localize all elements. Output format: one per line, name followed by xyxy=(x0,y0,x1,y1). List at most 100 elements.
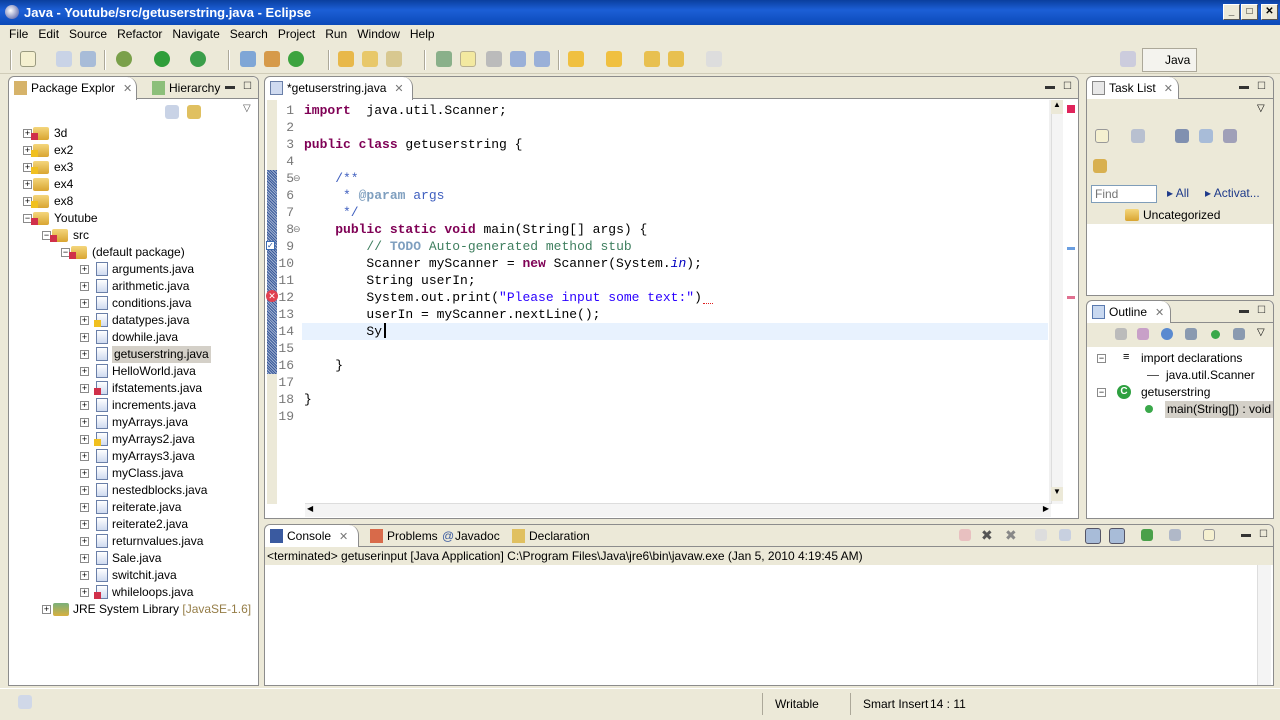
new-package-icon[interactable] xyxy=(264,51,280,67)
tree-item[interactable]: getuserstring.java xyxy=(112,346,211,363)
tree-item[interactable]: reiterate.java xyxy=(112,499,181,516)
tab-getuserstring-java[interactable]: *getuserstring.java ✕ xyxy=(265,77,413,100)
tree-item[interactable]: arguments.java xyxy=(112,261,194,278)
expand-toggle[interactable]: + xyxy=(23,180,32,189)
minimize-icon[interactable]: ▬ xyxy=(225,81,235,92)
show-source-icon[interactable] xyxy=(510,51,526,67)
tree-item[interactable]: ex8 xyxy=(54,193,73,210)
menu-source[interactable]: Source xyxy=(64,25,112,43)
view-menu-icon[interactable]: ▽ xyxy=(243,103,251,114)
tree-item[interactable]: switchit.java xyxy=(112,567,177,584)
expand-toggle[interactable]: + xyxy=(80,435,89,444)
tree-item[interactable]: ifstatements.java xyxy=(112,380,202,397)
maximize-button[interactable]: □ xyxy=(1241,4,1258,20)
scroll-up-arrow[interactable]: ▲ xyxy=(1051,100,1063,114)
open-resource-icon[interactable] xyxy=(362,51,378,67)
block-selection-icon[interactable] xyxy=(486,51,502,67)
code-line[interactable]: Sy xyxy=(304,323,382,340)
tree-item[interactable]: nestedblocks.java xyxy=(112,482,207,499)
print-icon[interactable] xyxy=(80,51,96,67)
minimize-icon[interactable]: ▬ xyxy=(1241,529,1251,540)
close-icon[interactable]: ✕ xyxy=(1155,307,1164,319)
next-annotation-icon[interactable] xyxy=(568,51,584,67)
terminate-icon[interactable] xyxy=(959,529,971,541)
hide-static-icon[interactable] xyxy=(1185,328,1197,340)
tree-item[interactable]: myArrays.java xyxy=(112,414,188,431)
tree-item[interactable]: ex2 xyxy=(54,142,73,159)
code-line[interactable]: } xyxy=(304,391,312,408)
activate-link[interactable]: ▸ Activat... xyxy=(1205,186,1260,200)
menu-refactor[interactable]: Refactor xyxy=(112,25,167,43)
sort-icon[interactable] xyxy=(1137,328,1149,340)
expand-toggle[interactable]: + xyxy=(80,299,89,308)
tree-item[interactable]: src xyxy=(73,227,89,244)
error-icon[interactable]: ✕ xyxy=(266,290,278,302)
outline-item-method[interactable]: main(String[]) : void xyxy=(1165,401,1274,418)
collapse-toggle[interactable]: − xyxy=(1097,388,1106,397)
task-icon[interactable]: ✓ xyxy=(266,241,275,250)
expand-toggle[interactable]: + xyxy=(80,537,89,546)
close-icon[interactable]: ✕ xyxy=(394,83,403,95)
tree-item[interactable]: HelloWorld.java xyxy=(112,363,196,380)
tree-item[interactable]: dowhile.java xyxy=(112,329,178,346)
vertical-scrollbar[interactable] xyxy=(1051,100,1063,504)
code-line[interactable]: /** xyxy=(304,170,358,187)
error-marker[interactable] xyxy=(1067,296,1075,299)
minimize-icon[interactable]: ▬ xyxy=(1239,81,1249,92)
open-console-icon[interactable] xyxy=(1203,529,1215,541)
expand-toggle[interactable]: + xyxy=(42,605,51,614)
outline-item-class[interactable]: getuserstring xyxy=(1141,384,1210,401)
tab-task-list[interactable]: Task List ✕ xyxy=(1087,77,1179,100)
scroll-down-arrow[interactable]: ▼ xyxy=(1051,487,1063,501)
menu-edit[interactable]: Edit xyxy=(33,25,64,43)
menu-help[interactable]: Help xyxy=(405,25,440,43)
maximize-icon[interactable]: ☐ xyxy=(1063,81,1072,92)
horizontal-scrollbar[interactable]: ◀ ▶ xyxy=(305,503,1051,517)
tree-item[interactable]: ex4 xyxy=(54,176,73,193)
search-icon[interactable] xyxy=(386,51,402,67)
menu-file[interactable]: File xyxy=(4,25,33,43)
expand-toggle[interactable]: + xyxy=(80,588,89,597)
java-perspective-button[interactable]: Java xyxy=(1142,48,1198,72)
expand-toggle[interactable]: + xyxy=(80,401,89,410)
outline-item-import[interactable]: java.util.Scanner xyxy=(1166,367,1255,384)
external-tools-icon[interactable] xyxy=(190,51,206,67)
collapse-all-icon[interactable] xyxy=(165,105,179,119)
hide-fields-icon[interactable] xyxy=(1161,328,1173,340)
tree-item[interactable]: ex3 xyxy=(54,159,73,176)
hide-local-types-icon[interactable] xyxy=(1233,328,1245,340)
view-menu-icon[interactable]: ▽ xyxy=(1257,103,1265,114)
tab-javadoc[interactable]: @ Javadoc xyxy=(439,525,500,547)
tree-item[interactable]: datatypes.java xyxy=(112,312,189,329)
focus-icon[interactable] xyxy=(1115,328,1127,340)
new-task-icon[interactable] xyxy=(1095,129,1109,143)
last-edit-icon[interactable] xyxy=(644,51,660,67)
code-line[interactable]: Scanner myScanner = new Scanner(System.i… xyxy=(304,255,701,272)
fold-icon[interactable]: ⊖ xyxy=(293,173,301,184)
link-with-editor-icon[interactable] xyxy=(187,105,201,119)
collapse-all-icon[interactable] xyxy=(1199,129,1213,143)
close-icon[interactable]: ✕ xyxy=(339,531,348,543)
forward-icon[interactable] xyxy=(706,51,722,67)
expand-toggle[interactable]: + xyxy=(80,350,89,359)
tree-item[interactable]: conditions.java xyxy=(112,295,191,312)
expand-toggle[interactable]: + xyxy=(80,571,89,580)
task-repositories-icon[interactable] xyxy=(1093,159,1107,173)
collapse-toggle[interactable]: − xyxy=(1097,354,1106,363)
expand-toggle[interactable]: + xyxy=(80,452,89,461)
tab-outline[interactable]: Outline ✕ xyxy=(1087,301,1171,324)
maximize-icon[interactable]: ☐ xyxy=(243,81,252,92)
fast-view-icon[interactable] xyxy=(18,695,32,709)
code-line[interactable]: } xyxy=(304,357,343,374)
error-indicator-icon[interactable] xyxy=(1067,105,1075,113)
close-icon[interactable]: ✕ xyxy=(123,83,132,95)
pin-console-icon[interactable] xyxy=(1141,529,1153,541)
tree-item[interactable]: 3d xyxy=(54,125,67,142)
expand-toggle[interactable]: + xyxy=(80,520,89,529)
expand-toggle[interactable]: + xyxy=(80,384,89,393)
task-marker[interactable] xyxy=(1067,247,1075,250)
all-link[interactable]: ▸ All xyxy=(1167,186,1189,200)
hide-completed-icon[interactable] xyxy=(1175,129,1189,143)
show-whitespace-icon[interactable] xyxy=(534,51,550,67)
expand-toggle[interactable]: + xyxy=(80,554,89,563)
